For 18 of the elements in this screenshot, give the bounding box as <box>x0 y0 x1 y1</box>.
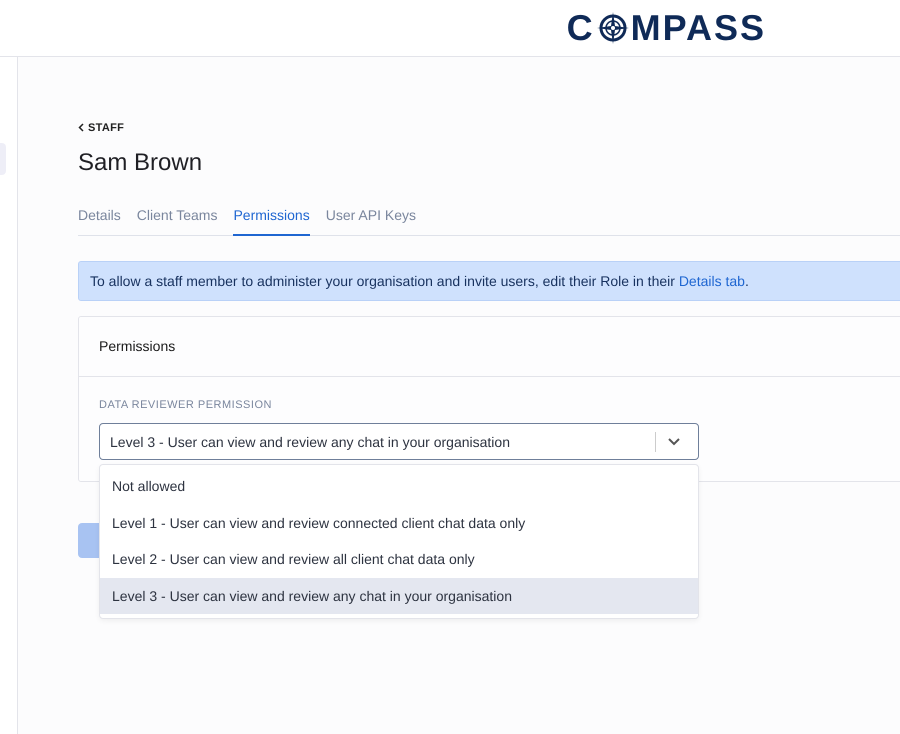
details-link[interactable]: Details tab <box>678 273 745 289</box>
logo-text: MPASS <box>630 7 766 49</box>
back-link[interactable]: STAFF <box>78 122 124 134</box>
field-label: DATA REVIEWER PERMISSION <box>99 399 273 411</box>
logo-text: C <box>566 7 595 49</box>
dropdown-option[interactable]: Level 2 - User can view and review all client chat data only <box>100 541 698 578</box>
info-banner: To allow a staff member to administer your organisation and invite users, edit their Role in their Details tab. <box>78 261 900 301</box>
tab[interactable]: Permissions <box>233 207 310 236</box>
chevron-left-icon <box>78 123 84 132</box>
tab[interactable]: User API Keys <box>326 207 416 236</box>
tab[interactable]: Client Teams <box>136 207 218 236</box>
dropdown-option[interactable]: Not allowed <box>100 468 698 504</box>
card-title: Permissions <box>79 317 900 377</box>
dropdown-option[interactable]: Level 1 - User can view and review connected client chat data only <box>100 504 698 541</box>
page-title: Sam Brown <box>78 149 204 178</box>
tab[interactable]: Details <box>78 207 121 236</box>
select-field[interactable]: Level 3 - User can view and review any chat in your organisation <box>99 423 699 460</box>
dropdown-option[interactable]: Level 3 - User can view and review any chat in your organisation <box>100 578 698 614</box>
